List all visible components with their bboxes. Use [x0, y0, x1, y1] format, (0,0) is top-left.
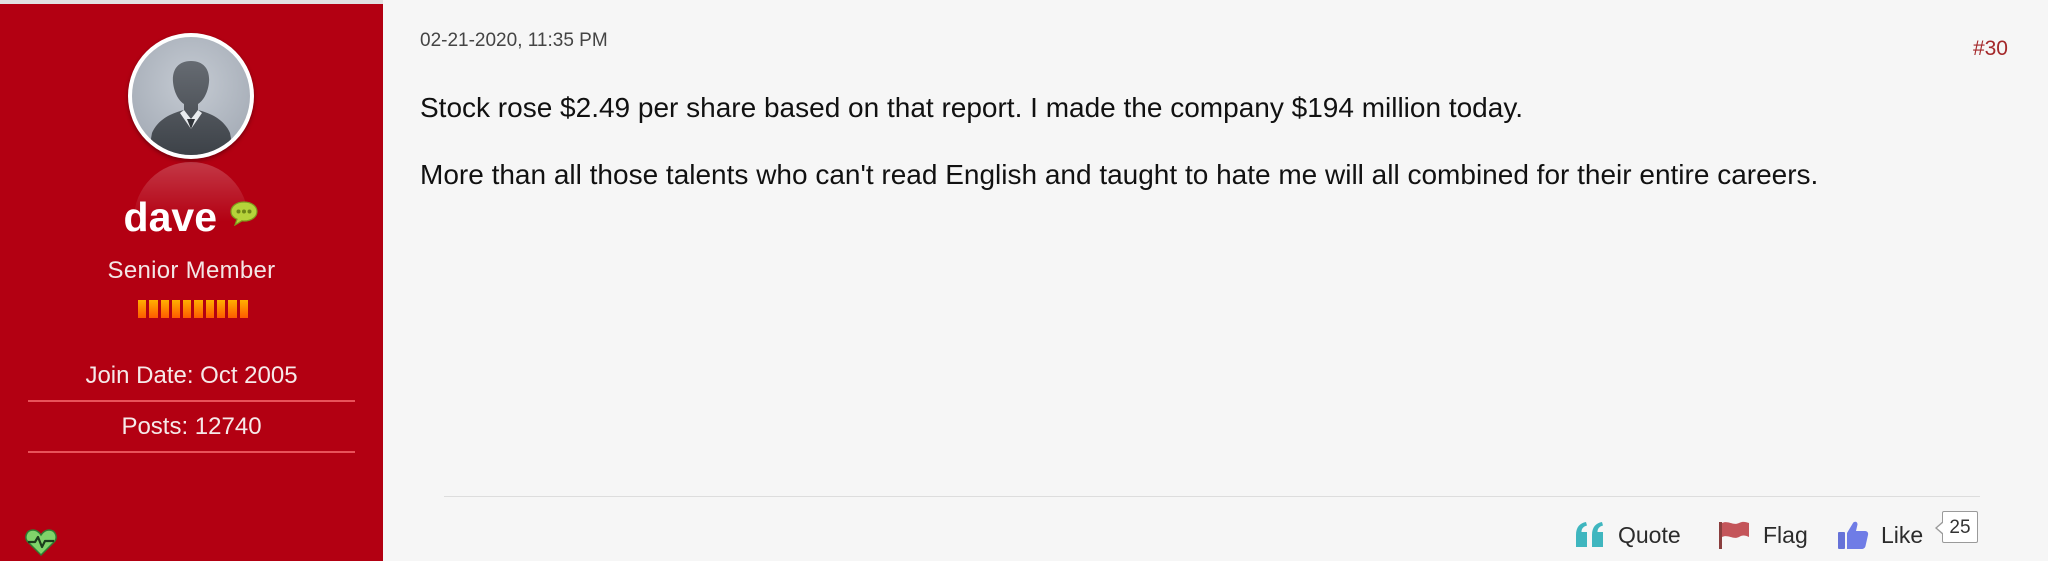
reputation-pip	[171, 300, 181, 318]
flag-button[interactable]: Flag	[1717, 514, 1808, 556]
like-button[interactable]: Like	[1837, 514, 1923, 556]
sidebar-pointer	[366, 60, 383, 94]
username-row: dave	[0, 194, 383, 241]
footer-divider	[444, 496, 1980, 497]
post-date: 02-21-2020, 11:35 PM	[420, 30, 608, 51]
post-count: Posts: 12740	[121, 413, 262, 440]
divider	[28, 451, 355, 453]
reputation-pip	[183, 300, 192, 318]
reputation-bar	[138, 300, 248, 318]
chat-bubble-icon[interactable]	[229, 200, 259, 231]
avatar[interactable]	[128, 33, 254, 159]
reputation-pip	[205, 300, 215, 318]
quote-icon	[1574, 521, 1606, 549]
flag-label: Flag	[1763, 521, 1808, 548]
flag-icon	[1717, 520, 1751, 550]
reputation-pip	[138, 300, 147, 318]
reputation-pip	[228, 300, 237, 318]
post-paragraph: Stock rose $2.49 per share based on that…	[420, 92, 1524, 123]
reputation-pip	[194, 300, 203, 318]
username-link[interactable]: dave	[124, 194, 217, 240]
post-paragraph: More than all those talents who can't re…	[420, 159, 1819, 190]
like-label: Like	[1881, 521, 1924, 548]
default-avatar-icon	[132, 37, 250, 155]
quote-button[interactable]: Quote	[1574, 514, 1681, 556]
user-title: Senior Member	[107, 257, 276, 284]
reputation-pip	[149, 300, 158, 318]
join-date: Join Date: Oct 2005	[85, 362, 298, 389]
user-sidebar: dave Senior Member Join Date: Oct 2005 P…	[0, 0, 383, 561]
reputation-pip	[239, 300, 248, 318]
forum-post: dave Senior Member Join Date: Oct 2005 P…	[0, 0, 2048, 561]
like-count-badge[interactable]: 25	[1935, 511, 1978, 543]
post-number-link[interactable]: #30	[1960, 37, 2008, 61]
heartbeat-icon	[25, 528, 57, 561]
divider	[28, 400, 355, 402]
quote-label: Quote	[1618, 521, 1681, 548]
reputation-pip	[217, 300, 226, 318]
reputation-pip	[160, 300, 169, 318]
thumbs-up-icon	[1837, 520, 1869, 550]
